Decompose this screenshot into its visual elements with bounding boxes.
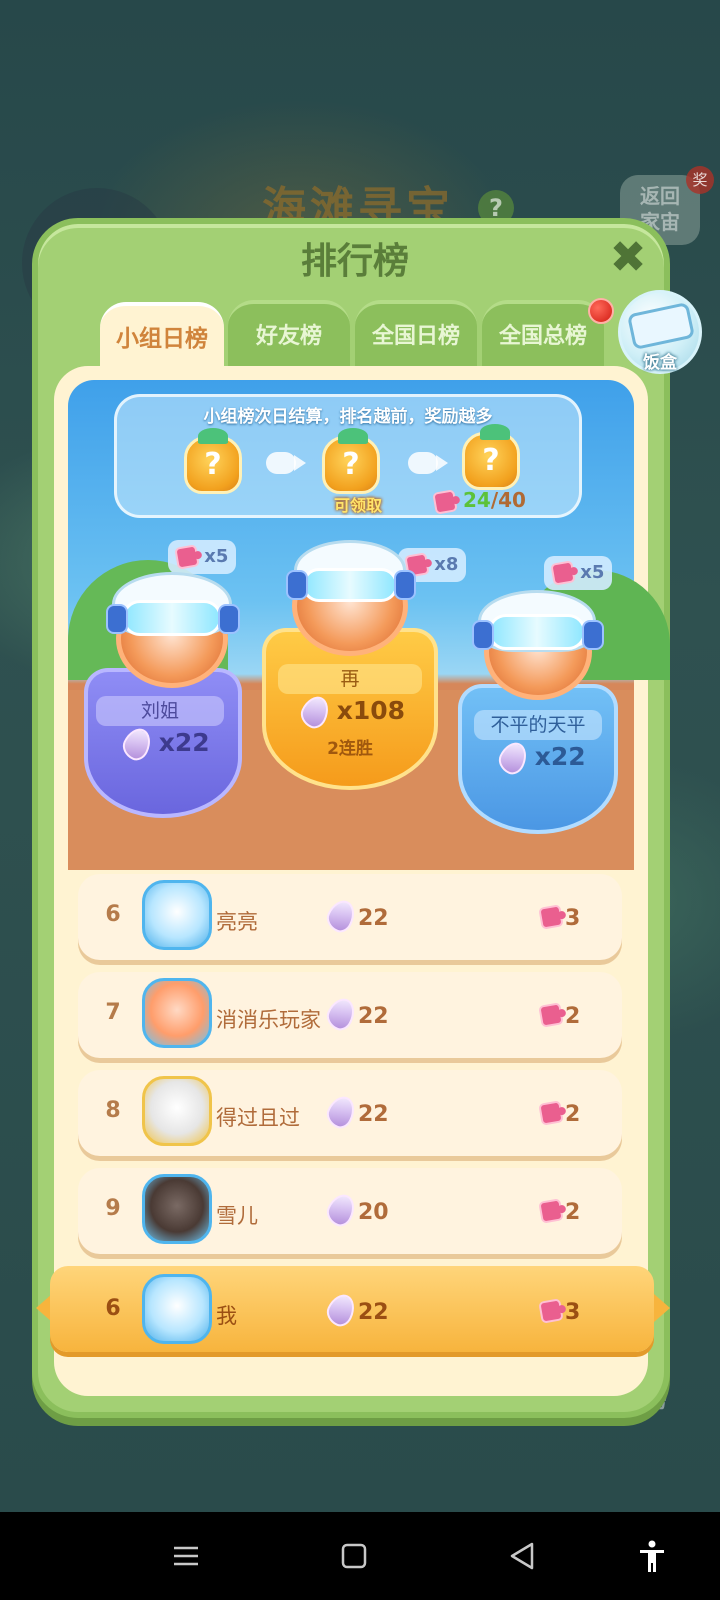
- row-rank: 7: [105, 1000, 121, 1025]
- headphone-icon: [286, 570, 308, 600]
- arrow-right-icon: [266, 452, 306, 474]
- podium-pieces-tag: x5: [168, 540, 237, 574]
- podium-score-value: x22: [158, 728, 210, 757]
- claimable-label: 可领取: [333, 496, 382, 515]
- podium-pieces-tag: x5: [544, 556, 613, 590]
- progress-total: /40: [490, 488, 526, 512]
- background-reward-badge: 奖: [686, 166, 714, 194]
- progress-current: 24: [462, 488, 491, 512]
- podium-name: 不平的天平: [474, 710, 602, 740]
- shell-icon: [118, 724, 156, 764]
- shell-icon: [322, 1290, 360, 1330]
- chest-leaf-icon: [198, 428, 228, 444]
- tab-national-total[interactable]: 全国总榜: [482, 300, 604, 366]
- row-name: 得过且过: [216, 1106, 300, 1130]
- headphone-icon: [394, 570, 416, 600]
- puzzle-icon: [538, 1002, 564, 1028]
- reward-chest-icon[interactable]: [322, 436, 380, 494]
- puzzle-icon: [538, 904, 564, 930]
- accessibility-icon[interactable]: [632, 1536, 672, 1576]
- row-pieces: 3: [565, 906, 581, 931]
- avatar[interactable]: [142, 1076, 212, 1146]
- row-pieces: 2: [565, 1200, 581, 1225]
- puzzle-icon: [174, 544, 200, 570]
- goggles-icon: [302, 568, 398, 602]
- podium-score: x22: [494, 738, 586, 778]
- row-pieces: 2: [565, 1102, 581, 1127]
- row-name: 消消乐玩家: [216, 1008, 321, 1032]
- shell-icon: [296, 692, 334, 732]
- row-name: 雪儿: [216, 1204, 258, 1228]
- self-bar-right-tip: [654, 1294, 670, 1322]
- home-square-icon[interactable]: [334, 1536, 374, 1576]
- my-pieces: 3: [565, 1300, 581, 1325]
- podium-score-value: x22: [534, 742, 586, 771]
- avatar[interactable]: [142, 978, 212, 1048]
- goggles-icon: [488, 614, 586, 650]
- avatar[interactable]: [142, 880, 212, 950]
- my-avatar[interactable]: [142, 1274, 212, 1344]
- puzzle-icon: [550, 560, 576, 586]
- back-triangle-icon[interactable]: [502, 1536, 542, 1576]
- podium-pieces: x5: [204, 546, 229, 567]
- reward-chest-icon[interactable]: [462, 432, 520, 490]
- puzzle-icon: [538, 1100, 564, 1126]
- puzzle-icon: [538, 1198, 564, 1224]
- row-score: 22: [358, 1102, 389, 1127]
- podium-pieces: x8: [434, 554, 459, 575]
- shell-icon: [322, 896, 360, 936]
- shell-icon: [322, 1190, 360, 1230]
- win-streak: 2连胜: [327, 739, 373, 759]
- row-rank: 6: [105, 902, 121, 927]
- row-score: 22: [358, 906, 389, 931]
- close-button[interactable]: ✖: [606, 236, 650, 280]
- my-score: 22: [358, 1300, 389, 1325]
- row-pieces: 2: [565, 1004, 581, 1029]
- podium-score: x22: [118, 724, 210, 764]
- chest-leaf-icon: [480, 424, 510, 440]
- podium-score: x108: [296, 692, 406, 732]
- tab-friends[interactable]: 好友榜: [228, 300, 350, 366]
- arrow-right-icon: [408, 452, 448, 474]
- row-score: 22: [358, 1004, 389, 1029]
- shell-icon: [494, 738, 532, 778]
- row-name: 亮亮: [216, 910, 258, 934]
- row-rank: 9: [105, 1196, 121, 1221]
- headphone-icon: [218, 604, 240, 634]
- reward-chest-icon[interactable]: [184, 436, 242, 494]
- goggles-icon: [122, 600, 222, 636]
- row-rank: 8: [105, 1098, 121, 1123]
- podium-pieces: x5: [580, 562, 605, 583]
- notification-dot: [588, 298, 614, 324]
- panel-title: 排行榜: [300, 241, 409, 282]
- lunchbox-label: 饭盒: [643, 353, 677, 373]
- my-rank: 6: [105, 1296, 121, 1321]
- row-score: 20: [358, 1200, 389, 1225]
- headphone-icon: [582, 620, 604, 650]
- menu-icon[interactable]: [166, 1536, 206, 1576]
- headphone-icon: [106, 604, 128, 634]
- chest-leaf-icon: [338, 428, 368, 444]
- podium-name: 再: [278, 664, 422, 694]
- puzzle-icon: [538, 1298, 564, 1324]
- headphone-icon: [472, 620, 494, 650]
- puzzle-icon: [432, 488, 458, 515]
- podium-name: 刘姐: [96, 696, 224, 726]
- shell-icon: [322, 1092, 360, 1132]
- puzzle-progress: 24/40: [432, 488, 526, 515]
- avatar[interactable]: [142, 1174, 212, 1244]
- banner-text: 小组榜次日结算，排名越前，奖励越多: [203, 407, 493, 427]
- tab-group-daily[interactable]: 小组日榜: [100, 302, 224, 372]
- podium-score-value: x108: [336, 696, 406, 725]
- tab-national-daily[interactable]: 全国日榜: [355, 300, 477, 366]
- my-name: 我: [216, 1304, 237, 1328]
- shell-icon: [322, 994, 360, 1034]
